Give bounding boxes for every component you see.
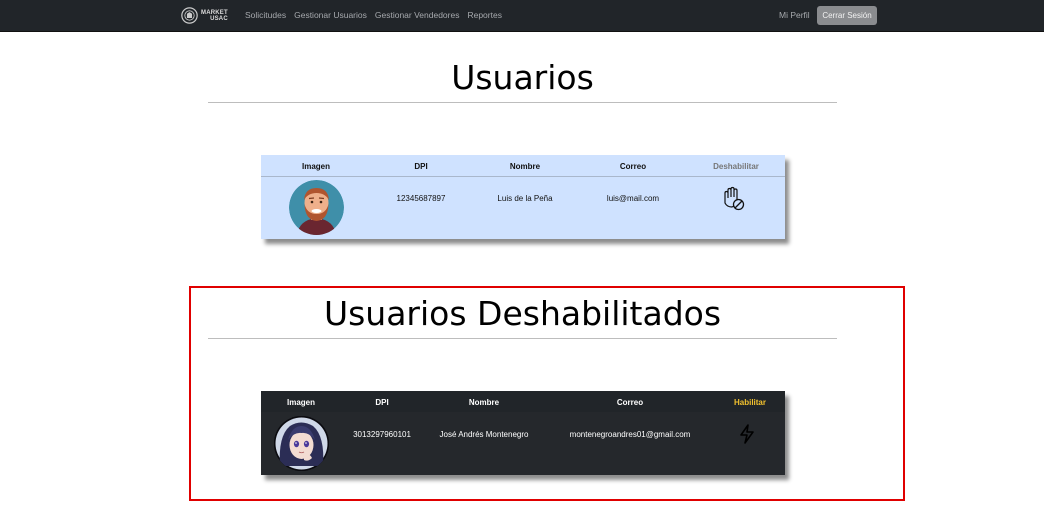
disabled-users-divider bbox=[208, 338, 837, 339]
navbar: MARKET USAC Solicitudes Gestionar Usuari… bbox=[0, 0, 1044, 32]
nav-link-gestionar-usuarios[interactable]: Gestionar Usuarios bbox=[294, 10, 367, 20]
hand-stop-icon[interactable] bbox=[719, 185, 747, 213]
header-dpi: DPI bbox=[414, 162, 428, 171]
cell-correo: luis@mail.com bbox=[606, 194, 660, 203]
users-table: Imagen DPI Nombre Correo Deshabilitar 12… bbox=[261, 155, 785, 239]
avatar bbox=[274, 416, 329, 471]
cell-nombre: José Andrés Montenegro bbox=[439, 430, 529, 439]
logout-button[interactable]: Cerrar Sesión bbox=[817, 6, 877, 25]
disabled-users-title: Usuarios Deshabilitados bbox=[323, 294, 722, 333]
disabled-users-table: Imagen DPI Nombre Correo Habilitar 30132… bbox=[261, 391, 785, 475]
nav-link-gestionar-vendedores[interactable]: Gestionar Vendedores bbox=[375, 10, 460, 20]
brand[interactable]: MARKET USAC bbox=[181, 6, 228, 25]
header-nombre: Nombre bbox=[509, 162, 541, 171]
cell-dpi: 12345687897 bbox=[396, 194, 446, 203]
brand-text: MARKET USAC bbox=[201, 10, 228, 22]
header-habilitar: Habilitar bbox=[733, 398, 766, 407]
avatar bbox=[289, 180, 344, 235]
cell-dpi: 3013297960101 bbox=[353, 430, 411, 439]
users-title: Usuarios bbox=[451, 58, 594, 97]
anime-girl-avatar-icon bbox=[274, 416, 329, 471]
nav-link-solicitudes[interactable]: Solicitudes bbox=[245, 10, 286, 20]
market-logo-icon bbox=[181, 7, 198, 24]
lightning-bolt-icon[interactable] bbox=[737, 423, 757, 445]
nav-links: Solicitudes Gestionar Usuarios Gestionar… bbox=[245, 10, 502, 20]
bearded-man-avatar-icon bbox=[289, 180, 344, 235]
disabled-table-header: Imagen DPI Nombre Correo Habilitar bbox=[261, 391, 785, 412]
cell-nombre: Luis de la Peña bbox=[497, 194, 553, 203]
brand-line2: USAC bbox=[210, 15, 228, 22]
brand-line1: MARKET bbox=[201, 9, 228, 16]
header-dpi: DPI bbox=[375, 398, 389, 407]
header-deshabilitar: Deshabilitar bbox=[713, 162, 759, 171]
cell-correo: montenegroandres01@gmail.com bbox=[569, 430, 691, 439]
header-imagen: Imagen bbox=[301, 162, 330, 171]
users-divider bbox=[208, 102, 837, 103]
header-nombre: Nombre bbox=[468, 398, 500, 407]
header-correo: Correo bbox=[616, 398, 644, 407]
header-imagen: Imagen bbox=[286, 398, 315, 407]
header-correo: Correo bbox=[619, 162, 647, 171]
nav-link-reportes[interactable]: Reportes bbox=[467, 10, 502, 20]
nav-link-mi-perfil[interactable]: Mi Perfil bbox=[779, 10, 810, 20]
users-table-header: Imagen DPI Nombre Correo Deshabilitar bbox=[261, 155, 785, 177]
